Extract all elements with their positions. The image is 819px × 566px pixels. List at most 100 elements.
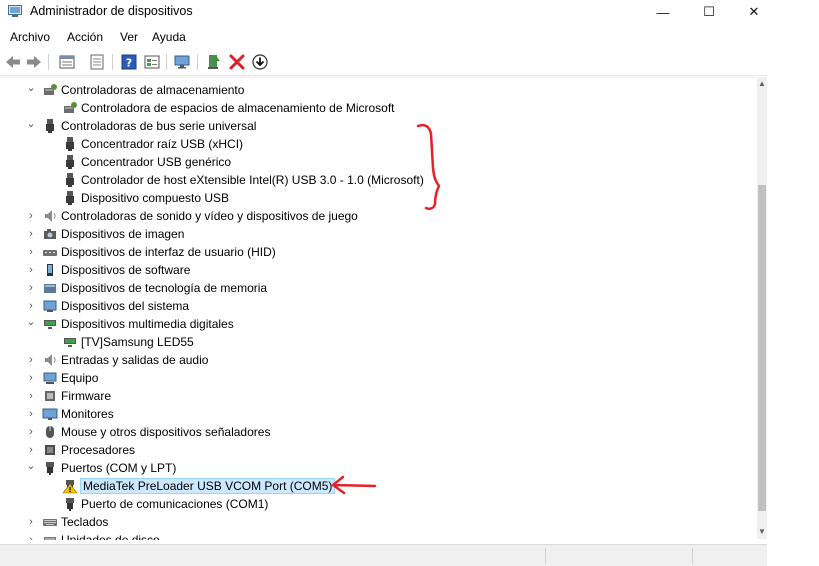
- chevron-right-icon[interactable]: ›: [24, 246, 38, 258]
- tree-category-row[interactable]: ⌄ Dispositivos multimedia digitales: [24, 315, 234, 333]
- usb-icon: [66, 191, 74, 205]
- toolbar: ?: [0, 49, 767, 76]
- tree-category-row[interactable]: › Firmware: [24, 387, 111, 405]
- port-icon: [46, 462, 54, 475]
- tree-category-row[interactable]: › Dispositivos de tecnología de memoria: [24, 279, 267, 297]
- memory-icon: [44, 284, 56, 293]
- chevron-right-icon[interactable]: ›: [24, 516, 38, 528]
- chevron-right-icon[interactable]: ›: [24, 354, 38, 366]
- scrollbar-thumb[interactable]: [758, 185, 766, 511]
- tree-item-label: Mouse y otros dispositivos señaladores: [61, 425, 271, 439]
- resources-icon[interactable]: [143, 53, 161, 71]
- menu-ver[interactable]: Ver: [120, 30, 138, 44]
- computer-icon: [43, 372, 57, 384]
- back-icon[interactable]: [4, 53, 22, 71]
- annotation-brace-stroke: [416, 123, 441, 211]
- tree-category-row[interactable]: ⌄ Puertos (COM y LPT): [24, 459, 176, 477]
- monitor-icon[interactable]: [173, 53, 191, 71]
- tree-device-row[interactable]: Concentrador raíz USB (xHCI): [62, 135, 243, 153]
- hid-icon: [43, 250, 57, 256]
- media-device-icon: [44, 320, 56, 329]
- tree-device-row[interactable]: MediaTek PreLoader USB VCOM Port (COM5): [62, 477, 336, 495]
- tree-category-row[interactable]: › Teclados: [24, 513, 108, 531]
- chevron-right-icon[interactable]: ›: [24, 444, 38, 456]
- tree-item-label: Puertos (COM y LPT): [61, 461, 177, 475]
- camera-icon: [44, 229, 56, 239]
- status-bar: [0, 544, 767, 566]
- tree-category-row[interactable]: › Dispositivos de software: [24, 261, 190, 279]
- chevron-right-icon[interactable]: ›: [24, 390, 38, 402]
- tree-category-row[interactable]: › Controladoras de sonido y vídeo y dispo…: [24, 207, 358, 225]
- chevron-right-icon[interactable]: ›: [24, 534, 38, 540]
- help-icon[interactable]: ?: [120, 53, 138, 71]
- tree-category-row[interactable]: › Procesadores: [24, 441, 135, 459]
- tree-category-row[interactable]: ⌄ Controladoras de bus serie universal: [24, 117, 256, 135]
- chevron-down-icon[interactable]: ⌄: [24, 117, 38, 130]
- menu-ayuda[interactable]: Ayuda: [152, 30, 186, 44]
- usb-icon: [66, 155, 74, 169]
- download-icon[interactable]: [251, 53, 269, 71]
- port-icon: [66, 498, 74, 511]
- tree-device-row[interactable]: Dispositivo compuesto USB: [62, 189, 229, 207]
- tree-category-row[interactable]: › Monitores: [24, 405, 114, 423]
- device-manager-window: Administrador de dispositivos — ☐ ✕ Arch…: [0, 0, 767, 566]
- vertical-scrollbar[interactable]: ▲ ▼: [757, 77, 767, 539]
- tree-category-row[interactable]: › Equipo: [24, 369, 98, 387]
- warning-port-icon: [62, 480, 78, 494]
- tree-item-label: [TV]Samsung LED55: [81, 335, 194, 349]
- properties-icon[interactable]: [58, 53, 76, 71]
- chevron-right-icon[interactable]: ›: [24, 282, 38, 294]
- close-button[interactable]: ✕: [731, 0, 777, 24]
- device-manager-app-icon: [8, 5, 22, 17]
- system-device-icon: [43, 300, 57, 312]
- software-device-icon: [47, 264, 53, 276]
- chevron-right-icon[interactable]: ›: [24, 408, 38, 420]
- tree-category-row[interactable]: › Mouse y otros dispositivos señaladores: [24, 423, 270, 441]
- chevron-down-icon[interactable]: ⌄: [24, 81, 38, 94]
- chevron-right-icon[interactable]: ›: [24, 264, 38, 276]
- usb-icon: [66, 173, 74, 187]
- chevron-right-icon[interactable]: ›: [24, 426, 38, 438]
- menu-accion[interactable]: Acción: [67, 30, 103, 44]
- tree-category-row[interactable]: › Entradas y salidas de audio: [24, 351, 208, 369]
- tree-item-label: Monitores: [61, 407, 114, 421]
- chevron-right-icon[interactable]: ›: [24, 300, 38, 312]
- chevron-right-icon[interactable]: ›: [24, 228, 38, 240]
- minimize-button[interactable]: —: [640, 0, 686, 24]
- scroll-up-icon[interactable]: ▲: [758, 79, 766, 89]
- tree-category-row[interactable]: › Dispositivos de interfaz de usuario (HI…: [24, 243, 276, 261]
- chevron-down-icon[interactable]: ⌄: [24, 459, 38, 472]
- tree-item-label: Dispositivo compuesto USB: [81, 191, 230, 205]
- speaker-icon: [45, 210, 56, 222]
- maximize-button[interactable]: ☐: [686, 0, 732, 24]
- tree-device-row[interactable]: [TV]Samsung LED55: [62, 333, 194, 351]
- tree-device-row[interactable]: Puerto de comunicaciones (COM1): [62, 495, 268, 513]
- storage-controller-icon: [64, 102, 77, 113]
- scroll-down-icon[interactable]: ▼: [758, 527, 766, 537]
- tree-category-row[interactable]: ⌄ Controladoras de almacenamiento: [24, 81, 244, 99]
- forward-icon[interactable]: [25, 53, 43, 71]
- usb-icon: [66, 137, 74, 151]
- firmware-icon: [45, 391, 55, 401]
- chevron-right-icon[interactable]: ›: [24, 372, 38, 384]
- update-driver-icon[interactable]: [205, 53, 223, 71]
- window-title: Administrador de dispositivos: [30, 4, 193, 18]
- chevron-down-icon[interactable]: ⌄: [24, 315, 38, 328]
- tree-category-row[interactable]: › Unidades de disco: [24, 531, 160, 540]
- chevron-right-icon[interactable]: ›: [24, 210, 38, 222]
- tree-category-row[interactable]: › Dispositivos del sistema: [24, 297, 189, 315]
- tree-item-label: Dispositivos de tecnología de memoria: [61, 281, 268, 295]
- tree-device-row[interactable]: Controladora de espacios de almacenamien…: [62, 99, 395, 117]
- tree-device-row[interactable]: Controlador de host eXtensible Intel(R) …: [62, 171, 424, 189]
- monitor-icon: [42, 408, 58, 420]
- tree-item-label: Teclados: [61, 515, 109, 529]
- tree-device-row[interactable]: Concentrador USB genérico: [62, 153, 231, 171]
- tree-item-label: Puerto de comunicaciones (COM1): [81, 497, 269, 511]
- minimize-icon: —: [656, 4, 670, 20]
- svg-text:?: ?: [126, 57, 132, 70]
- menu-archivo[interactable]: Archivo: [10, 30, 50, 44]
- tree-category-row[interactable]: › Dispositivos de imagen: [24, 225, 184, 243]
- uninstall-icon[interactable]: [228, 53, 246, 71]
- device-view-icon[interactable]: [88, 53, 106, 71]
- tree-item-label: Dispositivos multimedia digitales: [61, 317, 234, 331]
